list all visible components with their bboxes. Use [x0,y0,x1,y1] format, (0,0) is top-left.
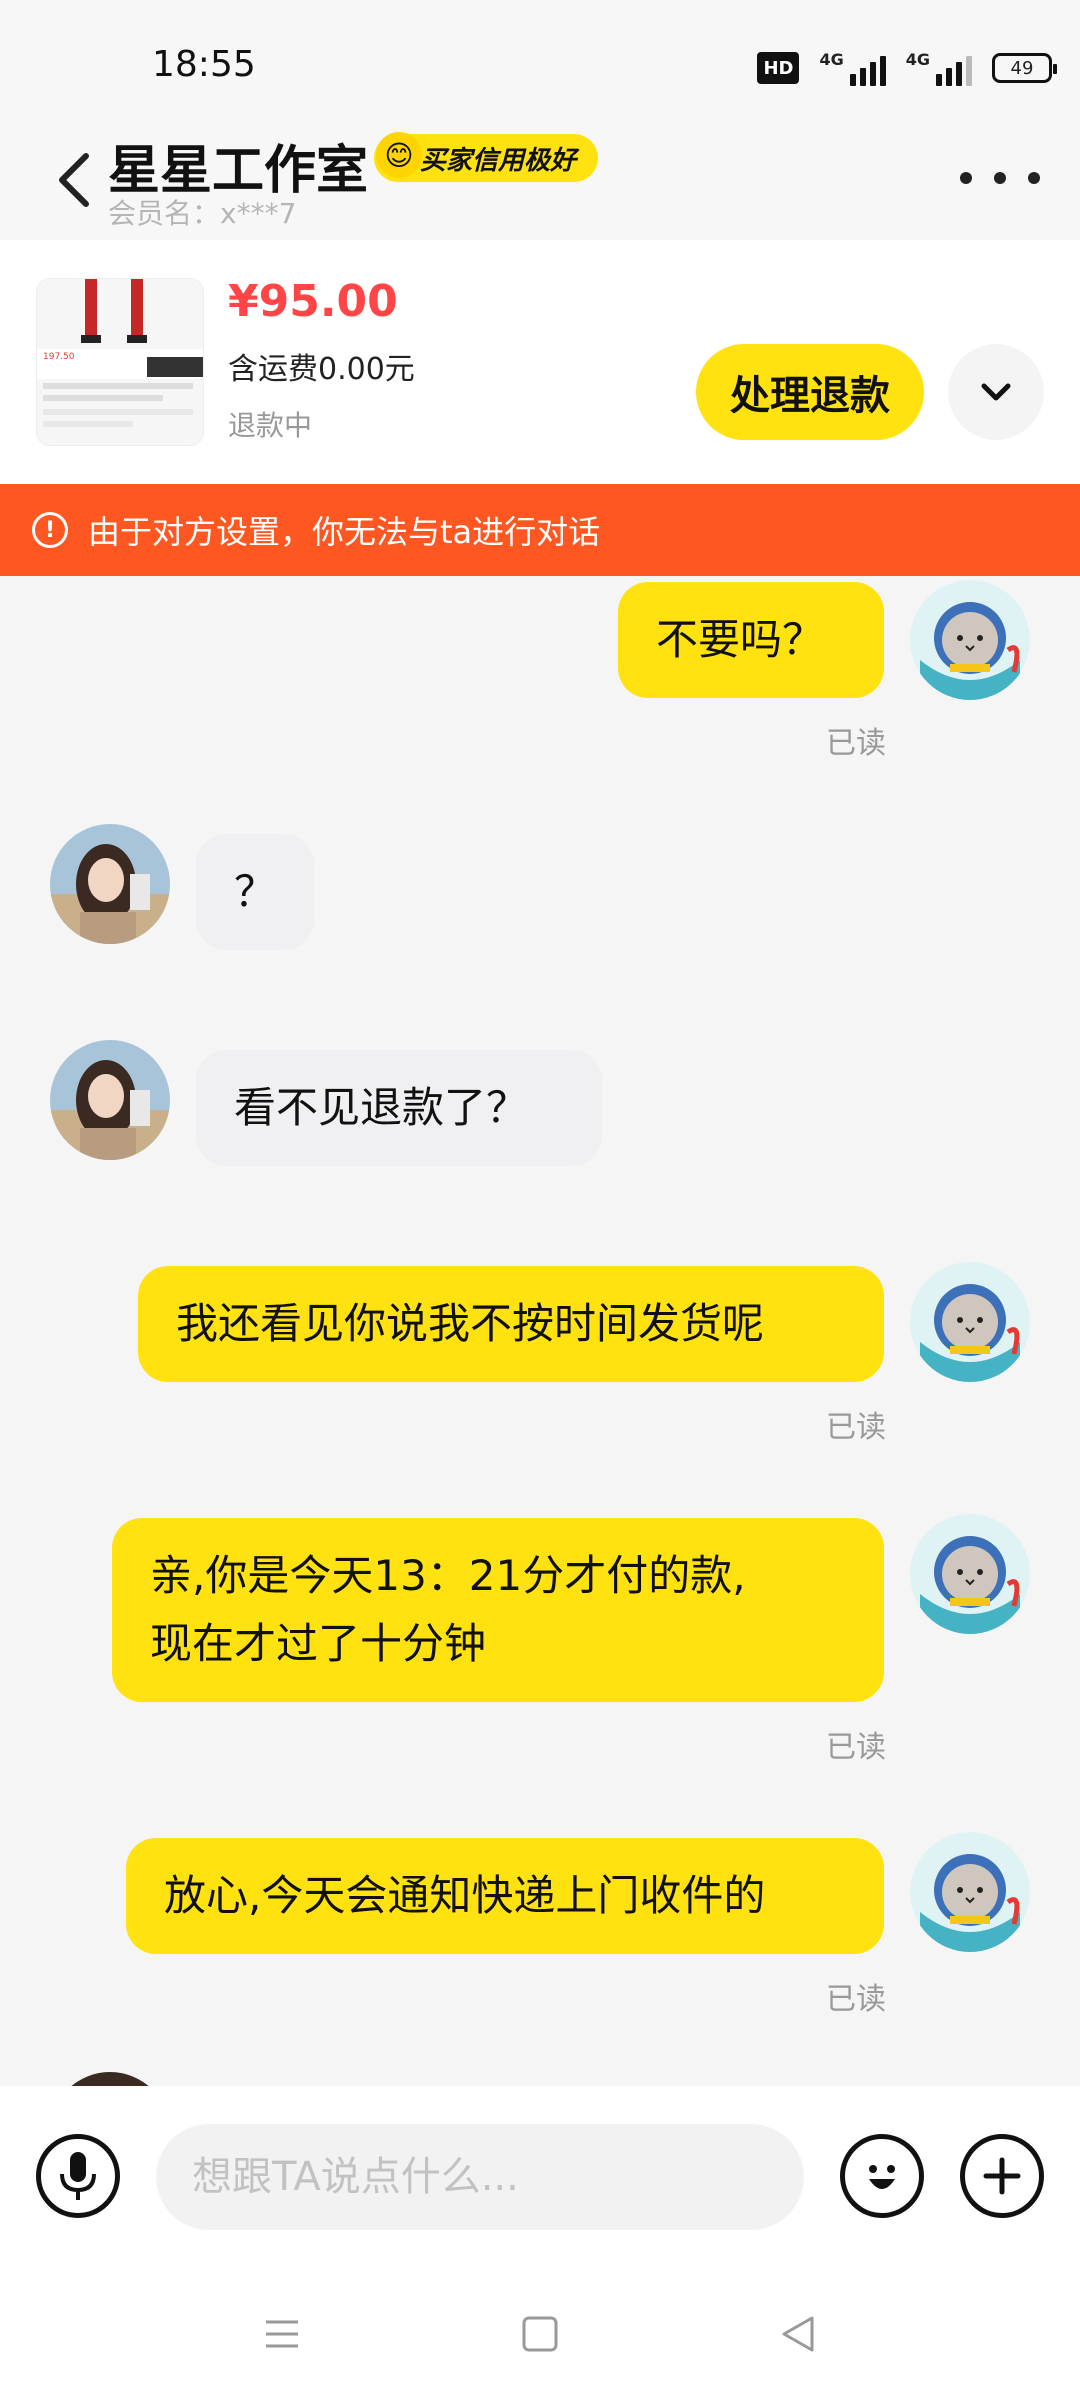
read-mark: 已读 [826,726,886,761]
thumb-price: 197.50 [43,352,75,362]
back-triangle-icon [782,2316,814,2352]
emoji-icon [869,2165,895,2189]
my-avatar[interactable] [910,1832,1030,1952]
message-line: 现在才过了十分钟 [150,1619,487,1668]
read-mark: 已读 [826,1730,886,1765]
menu-button[interactable] [250,2302,314,2366]
member-name: 会员名：x***7 [108,197,297,230]
home-icon [522,2316,558,2352]
battery-icon: 49 [992,53,1057,83]
signal-label: 4G [819,50,844,69]
more-icon [960,172,972,184]
message-bubble-mine[interactable]: 不要吗？ [618,582,884,698]
my-avatar[interactable] [910,580,1030,700]
smile-emoji-icon: 😊 [376,132,422,178]
read-mark: 已读 [826,1982,886,2017]
chat-header: 星星工作室 😊 买家信用极好 会员名：x***7 [0,120,1080,240]
handle-refund-button[interactable]: 处理退款 [696,344,924,440]
signal-label: 4G [905,50,930,69]
refund-status: 退款中 [228,409,313,442]
back-icon [59,153,89,207]
message-bubble-mine[interactable]: 放心,今天会通知快递上门收件的 [126,1838,884,1954]
home-button[interactable] [508,2302,572,2366]
voice-button[interactable] [36,2134,120,2218]
chat-area[interactable]: 不要吗？ 已读 ？ 看不见退款了？ 我还看见你说我不按时间发货呢 已读 亲,你是… [0,576,1080,2086]
menu-icon [266,2320,298,2348]
cat-avatar-icon [910,1514,1030,1634]
my-avatar[interactable] [910,1262,1030,1382]
message-bubble-mine[interactable]: 我还看见你说我不按时间发货呢 [138,1266,884,1382]
read-mark: 已读 [826,1410,886,1445]
warning-text: 由于对方设置，你无法与ta进行对话 [88,513,601,551]
plus-icon [983,2157,1021,2195]
credit-badge-label: 买家信用极好 [420,145,577,176]
product-image: 197.50 [37,279,203,445]
expand-button[interactable] [948,344,1044,440]
message-line: 亲,你是今天13：21分才付的款, [150,1551,746,1600]
order-price: ¥95.00 [228,276,398,327]
cat-avatar-icon [910,1832,1030,1952]
status-time: 18:55 [152,44,256,85]
emoji-button[interactable] [840,2134,924,2218]
signal-icon: 4G [819,50,886,86]
warning-icon: ! [32,512,68,548]
more-actions-button[interactable] [960,2134,1044,2218]
other-avatar-partial [50,2072,170,2086]
other-avatar[interactable] [50,824,170,944]
hd-icon: HD [757,52,800,84]
girl-avatar-icon [50,824,170,944]
status-icons: HD 4G 4G 49 [757,50,1057,86]
warning-banner: ! 由于对方设置，你无法与ta进行对话 [0,484,1080,576]
more-button[interactable] [960,158,1040,198]
shipping-fee: 含运费0.00元 [228,352,415,387]
girl-avatar-icon [50,1040,170,1160]
status-bar: 18:55 HD 4G 4G 49 [0,0,1080,120]
credit-badge: 😊 买家信用极好 [374,132,599,182]
signal-icon-2: 4G [906,50,972,86]
cat-avatar-icon [910,1262,1030,1382]
message-input[interactable] [156,2124,804,2230]
other-avatar[interactable] [50,1040,170,1160]
my-avatar[interactable] [910,1514,1030,1634]
message-bubble-mine[interactable]: 亲,你是今天13：21分才付的款, 现在才过了十分钟 [112,1518,884,1702]
order-card[interactable]: 197.50 ¥95.00 含运费0.00元 退款中 处理退款 [0,240,1080,484]
input-bar [0,2086,1080,2266]
back-button[interactable] [44,140,104,220]
mic-icon [60,2152,96,2200]
cat-avatar-icon [910,580,1030,700]
product-thumbnail[interactable]: 197.50 [36,278,204,446]
chevron-down-icon [981,383,1011,401]
system-nav-bar [0,2266,1080,2400]
message-bubble-theirs[interactable]: 看不见退款了？ [196,1050,602,1166]
message-bubble-theirs[interactable]: ？ [196,834,314,950]
back-nav-button[interactable] [766,2302,830,2366]
